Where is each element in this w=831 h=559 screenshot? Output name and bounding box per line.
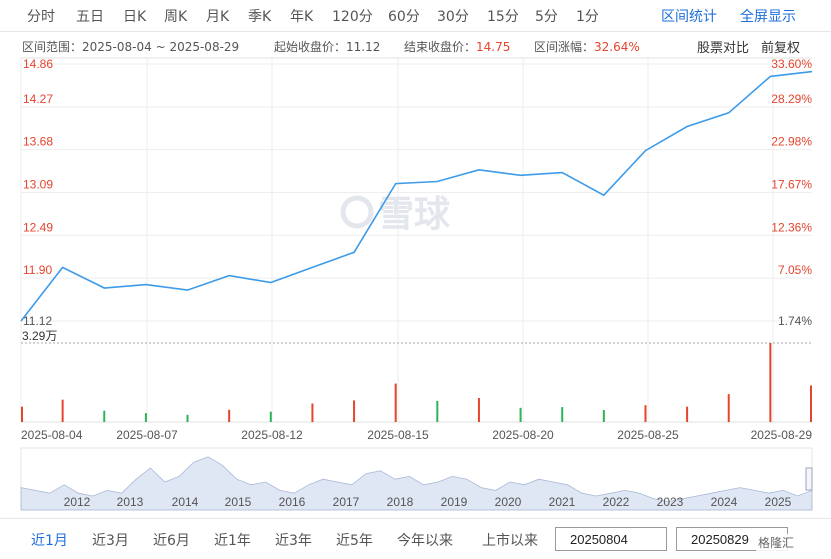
range-ytd[interactable]: 今年以来 (397, 530, 453, 550)
overview-year-label: 2020 (495, 495, 522, 509)
y-tick-right: 7.05% (778, 263, 812, 277)
volume-bar (644, 405, 647, 422)
volume-bar (436, 400, 439, 422)
overview-year-label: 2022 (603, 495, 630, 509)
gelonghui-logo: 格隆汇 (756, 534, 797, 551)
volume-bar (686, 406, 689, 422)
y-tick-right: 17.67% (771, 178, 812, 192)
y-tick-right: 28.29% (771, 92, 812, 106)
y-tick-left: 12.49 (23, 220, 53, 234)
volume-bar (602, 409, 605, 422)
y-tick-left: 14.86 (23, 57, 53, 71)
volume-bar (561, 407, 564, 422)
x-tick-label: 2025-08-20 (492, 428, 554, 442)
volume-bar (186, 414, 189, 422)
volume-bar (519, 407, 522, 422)
x-tick-label: 2025-08-12 (241, 428, 303, 442)
volume-bar (353, 400, 356, 422)
range-6m[interactable]: 近6月 (153, 530, 190, 550)
x-tick-label: 2025-08-04 (21, 428, 83, 442)
volume-bar (311, 403, 314, 422)
range-since-listing[interactable]: 上市以来 (482, 530, 538, 550)
date-from-input[interactable] (555, 527, 667, 551)
x-tick-label: 2025-08-25 (617, 428, 679, 442)
x-tick-label: 2025-08-29 (751, 428, 813, 442)
range-1m[interactable]: 近1月 (31, 530, 68, 550)
y-tick-left: 14.27 (23, 92, 53, 106)
watermark-text: 雪球 (378, 194, 451, 235)
overview-year-label: 2018 (387, 495, 414, 509)
y-tick-right: 33.60% (771, 57, 812, 71)
range-1y[interactable]: 近1年 (214, 530, 251, 550)
overview-year-label: 2017 (333, 495, 360, 509)
y-tick-left: 11.12 (23, 314, 52, 328)
overview-year-label: 2013 (117, 495, 144, 509)
volume-bar (61, 399, 64, 422)
range-5y[interactable]: 近5年 (336, 530, 373, 550)
range-3y[interactable]: 近3年 (275, 530, 312, 550)
overview-year-label: 2019 (441, 495, 468, 509)
y-tick-right: 12.36% (771, 220, 812, 234)
x-tick-label: 2025-08-15 (367, 428, 429, 442)
y-tick-left: 11.90 (23, 263, 52, 277)
y-tick-left: 13.68 (23, 135, 53, 149)
x-tick-label: 2025-08-07 (116, 428, 178, 442)
volume-bar (228, 409, 231, 422)
range-selector-bar: 近1月 近3月 近6月 近1年 近3年 近5年 今年以来 上市以来 (0, 518, 831, 559)
overview-year-label: 2023 (657, 495, 684, 509)
range-3m[interactable]: 近3月 (92, 530, 129, 550)
y-tick-right: 1.74% (778, 314, 812, 328)
volume-bar (394, 383, 397, 422)
overview-handle[interactable] (805, 467, 813, 491)
overview-year-label: 2015 (225, 495, 252, 509)
volume-bar (769, 343, 772, 422)
y-tick-left: 13.09 (23, 178, 53, 192)
xueqiu-watermark: 雪球 (340, 194, 451, 235)
y-tick-right: 22.98% (771, 135, 812, 149)
price-chart[interactable]: 雪球 14.86 14.27 13.68 13.09 12.49 11.90 11.12 33… (0, 0, 831, 518)
volume-bar (477, 397, 480, 422)
volume-bar (21, 406, 23, 422)
overview-year-label: 2014 (172, 495, 199, 509)
volume-bar (144, 413, 147, 422)
volume-bar (810, 385, 812, 422)
volume-bar (727, 394, 730, 422)
overview-year-label: 2021 (549, 495, 576, 509)
overview-year-label: 2012 (64, 495, 91, 509)
watermark-logo-mark (340, 195, 374, 229)
overview-year-label: 2016 (279, 495, 306, 509)
volume-bar (103, 410, 106, 422)
overview-year-label: 2024 (711, 495, 738, 509)
overview-year-label: 2025 (765, 495, 792, 509)
volume-bar (269, 411, 272, 422)
volume-max-label: 3.29万 (22, 329, 57, 343)
